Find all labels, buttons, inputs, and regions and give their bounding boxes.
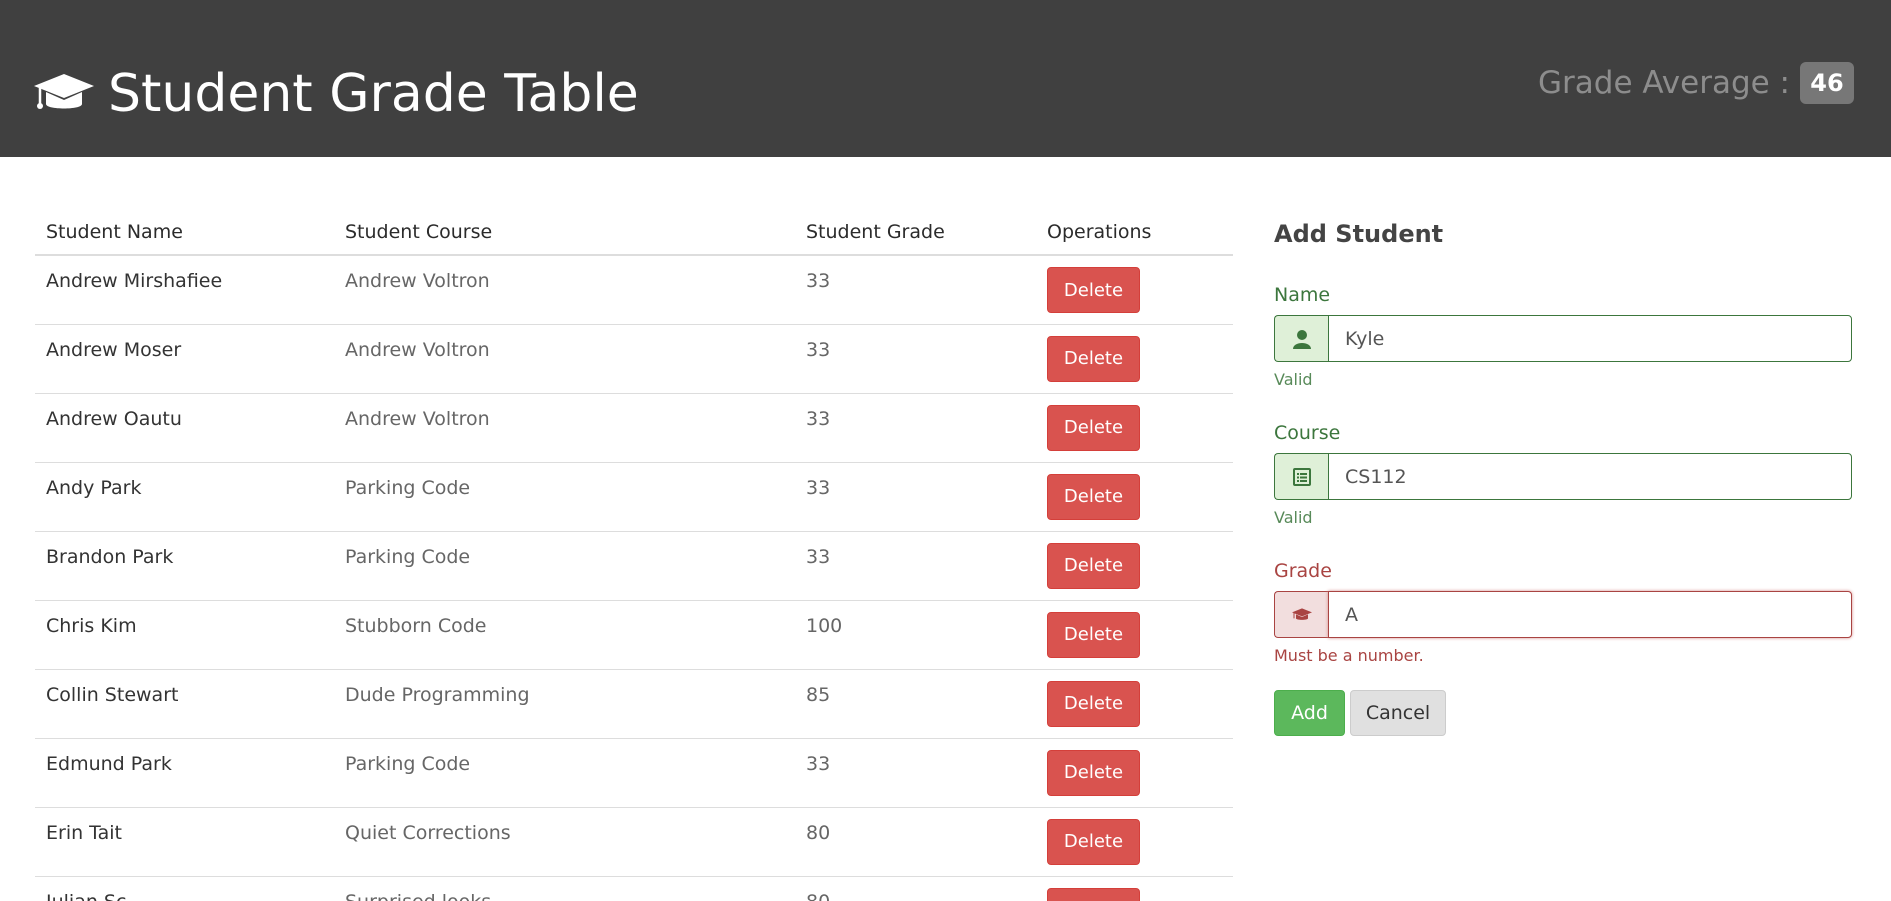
grade-field[interactable]	[1328, 591, 1852, 638]
student-grade: 33	[795, 462, 1036, 532]
student-course: Parking Code	[334, 738, 795, 808]
column-header-name: Student Name	[35, 210, 334, 256]
student-grade: 100	[795, 600, 1036, 670]
user-icon	[1292, 329, 1311, 349]
name-field[interactable]	[1328, 315, 1852, 362]
column-header-course: Student Course	[334, 210, 795, 256]
student-grade: 33	[795, 324, 1036, 394]
operations-cell: Delete	[1036, 462, 1233, 532]
student-course: Andrew Voltron	[334, 324, 795, 394]
column-header-grade: Student Grade	[795, 210, 1036, 256]
course-addon	[1274, 453, 1328, 500]
grade-input-group	[1274, 591, 1852, 638]
course-help-text: Valid	[1274, 508, 1313, 527]
table-row: Edmund Park Parking Code 33 Delete	[35, 738, 1233, 808]
page-title: Student Grade Table	[108, 64, 639, 124]
name-addon	[1274, 315, 1328, 362]
grade-label: Grade	[1274, 560, 1332, 582]
operations-cell: Delete	[1036, 738, 1233, 808]
cancel-button[interactable]: Cancel	[1350, 690, 1446, 736]
student-grade: 85	[795, 669, 1036, 739]
grade-help-text: Must be a number.	[1274, 646, 1424, 665]
student-name: Edmund Park	[35, 738, 334, 808]
delete-button[interactable]: Delete	[1047, 887, 1140, 901]
student-course: Quiet Corrections	[334, 807, 795, 877]
student-course: Surprised looks	[334, 876, 795, 901]
student-course: Andrew Voltron	[334, 393, 795, 463]
title-group: Student Grade Table	[32, 60, 639, 128]
student-name: Andrew Mirshafiee	[35, 255, 334, 325]
student-course: Andrew Voltron	[334, 255, 795, 325]
add-student-form: Add Student Name Valid Course Valid	[1274, 216, 1852, 736]
form-actions: Add Cancel	[1274, 690, 1852, 736]
student-name: Erin Tait	[35, 807, 334, 877]
grade-addon	[1274, 591, 1328, 638]
course-input-group	[1274, 453, 1852, 500]
delete-button[interactable]: Delete	[1047, 611, 1140, 658]
graduation-cap-icon	[34, 74, 94, 109]
operations-cell: Delete	[1036, 531, 1233, 601]
delete-button[interactable]: Delete	[1047, 542, 1140, 589]
operations-cell: Delete	[1036, 876, 1233, 901]
student-course: Stubborn Code	[334, 600, 795, 670]
name-input-group	[1274, 315, 1852, 362]
delete-button[interactable]: Delete	[1047, 680, 1140, 727]
table-row: Collin Stewart Dude Programming 85 Delet…	[35, 669, 1233, 739]
operations-cell: Delete	[1036, 807, 1233, 877]
delete-button[interactable]: Delete	[1047, 473, 1140, 520]
name-help-text: Valid	[1274, 370, 1313, 389]
delete-button[interactable]: Delete	[1047, 818, 1140, 865]
student-course: Dude Programming	[334, 669, 795, 739]
student-name: Chris Kim	[35, 600, 334, 670]
list-alt-icon	[1292, 467, 1311, 486]
student-name: Andy Park	[35, 462, 334, 532]
student-course: Parking Code	[334, 531, 795, 601]
student-grade: 33	[795, 738, 1036, 808]
student-name: Brandon Park	[35, 531, 334, 601]
table-row: Erin Tait Quiet Corrections 80 Delete	[35, 807, 1233, 877]
student-name: Andrew Oautu	[35, 393, 334, 463]
table-row: Chris Kim Stubborn Code 100 Delete	[35, 600, 1233, 670]
student-name: Collin Stewart	[35, 669, 334, 739]
form-title: Add Student	[1274, 220, 1444, 248]
student-name: Julian Sc	[35, 876, 334, 901]
table-row: Andrew Moser Andrew Voltron 33 Delete	[35, 324, 1233, 394]
column-header-operations: Operations	[1036, 210, 1233, 256]
table-row: Brandon Park Parking Code 33 Delete	[35, 531, 1233, 601]
grade-average: Grade Average : 46	[1538, 60, 1854, 106]
student-grade: 80	[795, 876, 1036, 901]
delete-button[interactable]: Delete	[1047, 749, 1140, 796]
student-grade: 33	[795, 531, 1036, 601]
operations-cell: Delete	[1036, 669, 1233, 739]
student-grade: 33	[795, 393, 1036, 463]
student-table: Student Name Student Course Student Grad…	[35, 210, 1233, 901]
grade-average-label: Grade Average :	[1538, 65, 1790, 101]
delete-button[interactable]: Delete	[1047, 404, 1140, 451]
course-label: Course	[1274, 422, 1341, 444]
table-row: Andrew Mirshafiee Andrew Voltron 33 Dele…	[35, 255, 1233, 325]
student-table-container: Student Name Student Course Student Grad…	[35, 210, 1233, 901]
table-header-row: Student Name Student Course Student Grad…	[35, 210, 1233, 256]
table-row: Andrew Oautu Andrew Voltron 33 Delete	[35, 393, 1233, 463]
student-grade: 33	[795, 255, 1036, 325]
operations-cell: Delete	[1036, 393, 1233, 463]
table-row: Andy Park Parking Code 33 Delete	[35, 462, 1233, 532]
student-course: Parking Code	[334, 462, 795, 532]
operations-cell: Delete	[1036, 600, 1233, 670]
student-grade: 80	[795, 807, 1036, 877]
graduation-cap-icon	[1291, 607, 1312, 620]
operations-cell: Delete	[1036, 324, 1233, 394]
course-field[interactable]	[1328, 453, 1852, 500]
delete-button[interactable]: Delete	[1047, 335, 1140, 382]
delete-button[interactable]: Delete	[1047, 267, 1140, 313]
name-label: Name	[1274, 284, 1331, 306]
operations-cell: Delete	[1036, 255, 1233, 325]
grade-average-badge: 46	[1800, 62, 1854, 104]
add-button[interactable]: Add	[1274, 690, 1345, 736]
table-row: Julian Sc Surprised looks 80 Delete	[35, 876, 1233, 901]
page-header: Student Grade Table Grade Average : 46	[0, 0, 1891, 157]
student-name: Andrew Moser	[35, 324, 334, 394]
